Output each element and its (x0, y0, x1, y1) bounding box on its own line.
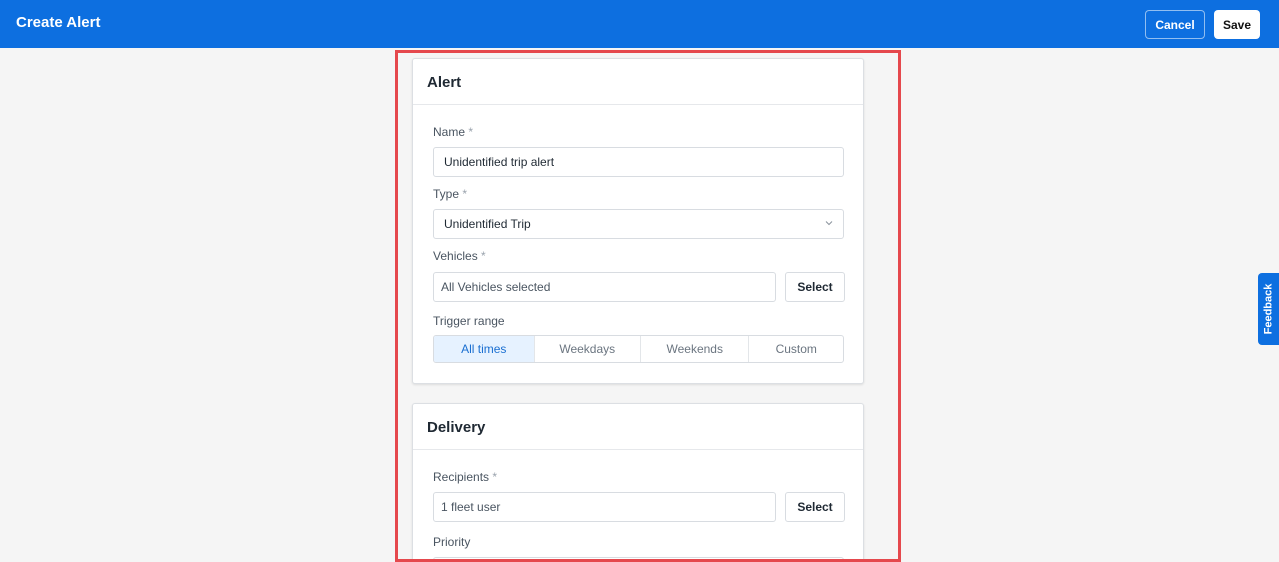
highlight-box (395, 50, 901, 562)
page-title: Create Alert (16, 14, 101, 31)
save-button[interactable]: Save (1214, 10, 1260, 39)
feedback-tab[interactable]: Feedback (1258, 273, 1279, 345)
top-bar: Create Alert Cancel Save (0, 0, 1279, 48)
cancel-button[interactable]: Cancel (1145, 10, 1205, 39)
feedback-label: Feedback (1262, 283, 1275, 335)
